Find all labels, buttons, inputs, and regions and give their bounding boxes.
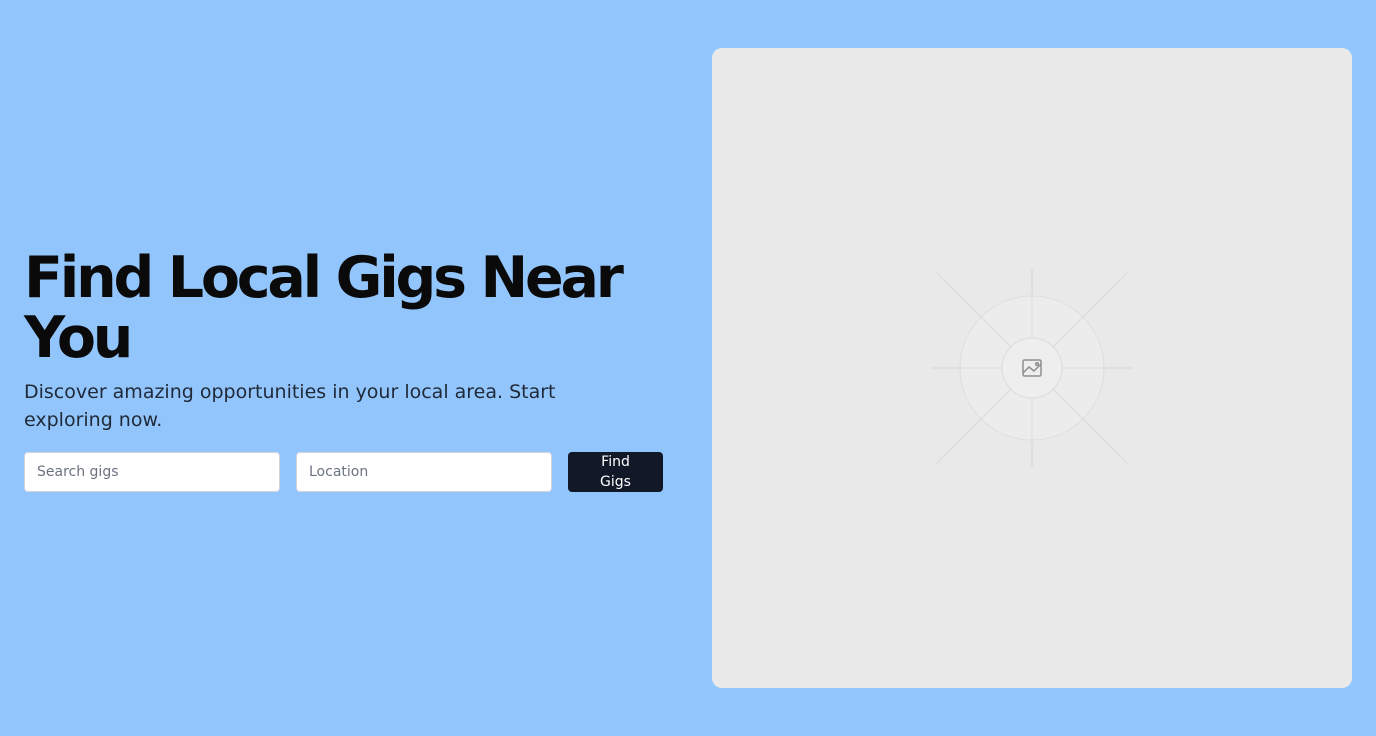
hero-title: Find Local Gigs Near You bbox=[24, 245, 624, 371]
hero-subtitle: Discover amazing opportunities in your l… bbox=[24, 381, 556, 431]
hero-section: Find Local Gigs Near You Discover amazin… bbox=[24, 248, 664, 492]
find-gigs-button[interactable]: Find Gigs bbox=[568, 452, 663, 492]
search-bar: Find Gigs bbox=[24, 452, 664, 492]
image-placeholder-graphic bbox=[932, 268, 1132, 468]
location-input[interactable] bbox=[296, 452, 552, 492]
search-gigs-input[interactable] bbox=[24, 452, 280, 492]
hero-image-placeholder bbox=[712, 48, 1352, 688]
